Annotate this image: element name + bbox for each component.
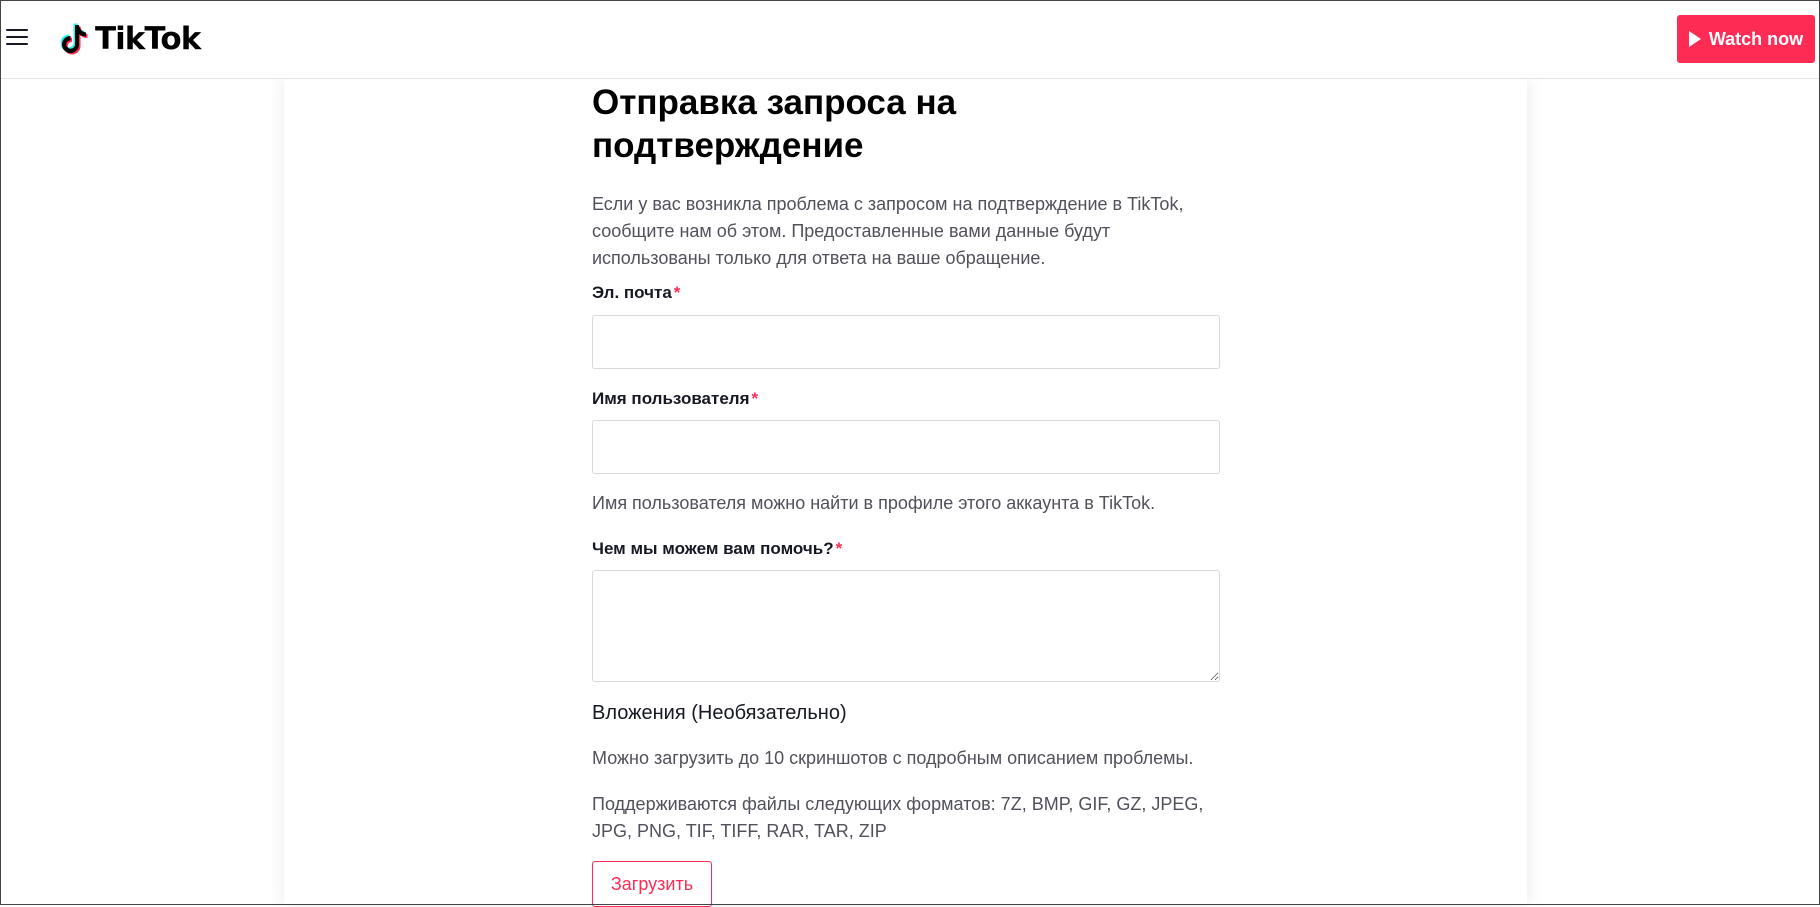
tiktok-note-icon <box>61 23 88 55</box>
intro-text: Если у вас возникла проблема с запросом … <box>592 194 1184 268</box>
watch-now-button[interactable]: Watch now <box>1677 15 1815 63</box>
watch-now-label: Watch now <box>1708 28 1804 49</box>
attachments-formats-text: Поддерживаются файлы следующих форматов:… <box>592 794 1204 841</box>
top-navigation-bar: TikTok Watch now <box>0 0 1820 79</box>
username-label: Имя пользователя * <box>592 389 758 409</box>
play-icon <box>1688 31 1701 47</box>
email-label-text: Эл. почта <box>592 283 672 302</box>
username-field[interactable] <box>592 420 1220 474</box>
required-mark: * <box>835 539 843 558</box>
help-label: Чем мы можем вам помочь? * <box>592 539 842 559</box>
email-field[interactable] <box>592 315 1220 369</box>
upload-button[interactable]: Загрузить <box>592 861 712 907</box>
username-label-text: Имя пользователя <box>592 389 750 408</box>
tiktok-logo[interactable]: TikTok <box>61 20 201 58</box>
required-mark: * <box>751 389 759 408</box>
attachments-limit-text: Можно загрузить до 10 скриншотов с подро… <box>592 748 1194 768</box>
page-title: Отправка запроса на подтверждение <box>592 83 957 165</box>
attachments-title: Вложения (Необязательно) <box>592 702 847 724</box>
hamburger-menu-icon[interactable] <box>6 29 28 47</box>
help-textarea[interactable] <box>592 570 1220 682</box>
username-hint: Имя пользователя можно найти в профиле э… <box>592 493 1156 513</box>
help-label-text: Чем мы можем вам помочь? <box>592 539 834 558</box>
required-mark: * <box>673 283 681 302</box>
logo-text: TikTok <box>95 21 201 57</box>
email-label: Эл. почта * <box>592 283 680 303</box>
